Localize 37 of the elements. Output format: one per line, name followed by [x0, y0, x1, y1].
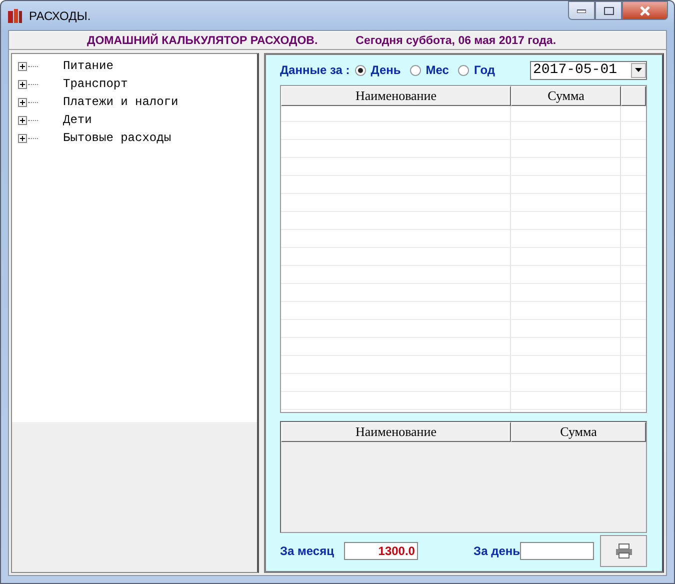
month-label: За месяц	[280, 544, 334, 558]
caret-icon	[635, 68, 642, 72]
period-label: Данные за :	[280, 63, 350, 77]
tree-item[interactable]: Транспорт	[63, 77, 128, 91]
expand-icon[interactable]	[18, 98, 27, 106]
column-header[interactable]: Сумма	[511, 422, 646, 442]
column-header[interactable]: Сумма	[511, 86, 621, 106]
today-date: Сегодня суббота, 06 мая 2017 года.	[356, 34, 556, 46]
expand-icon[interactable]	[18, 116, 27, 124]
radio-button[interactable]: Год	[458, 63, 495, 77]
expand-icon[interactable]	[18, 80, 27, 88]
expand-icon[interactable]	[18, 62, 27, 70]
minimize-button[interactable]	[568, 1, 595, 20]
maximize-button[interactable]	[595, 1, 622, 20]
column-header[interactable]: Наименование	[281, 86, 511, 106]
month-total-field[interactable]: 1300.0	[344, 542, 418, 560]
printer-icon	[614, 543, 632, 559]
expand-icon[interactable]	[18, 134, 27, 142]
window-title: РАСХОДЫ.	[29, 8, 92, 22]
day-label: За день	[474, 544, 520, 558]
column-header[interactable]	[621, 86, 646, 106]
tree-item[interactable]: Дети	[63, 113, 92, 127]
date-dropdown[interactable]: 2017-05-01	[530, 60, 647, 80]
day-total-field[interactable]	[520, 542, 594, 560]
tree-item[interactable]: Бытовые расходы	[63, 131, 172, 145]
column-header[interactable]: Наименование	[281, 422, 511, 442]
radio-button[interactable]: Мес	[410, 63, 449, 77]
app-icon	[7, 8, 23, 24]
radio-button[interactable]: День	[354, 63, 401, 77]
close-icon	[639, 6, 651, 16]
tree-item[interactable]: Питание	[63, 59, 114, 73]
print-button[interactable]	[600, 535, 647, 567]
app-heading: ДОМАШНИЙ КАЛЬКУЛЯТОР РАСХОДОВ.	[87, 34, 318, 46]
maximize-icon	[604, 6, 614, 14]
close-button[interactable]	[622, 1, 668, 20]
tree-item[interactable]: Платежи и налоги	[63, 95, 178, 109]
minimize-icon	[577, 8, 586, 12]
